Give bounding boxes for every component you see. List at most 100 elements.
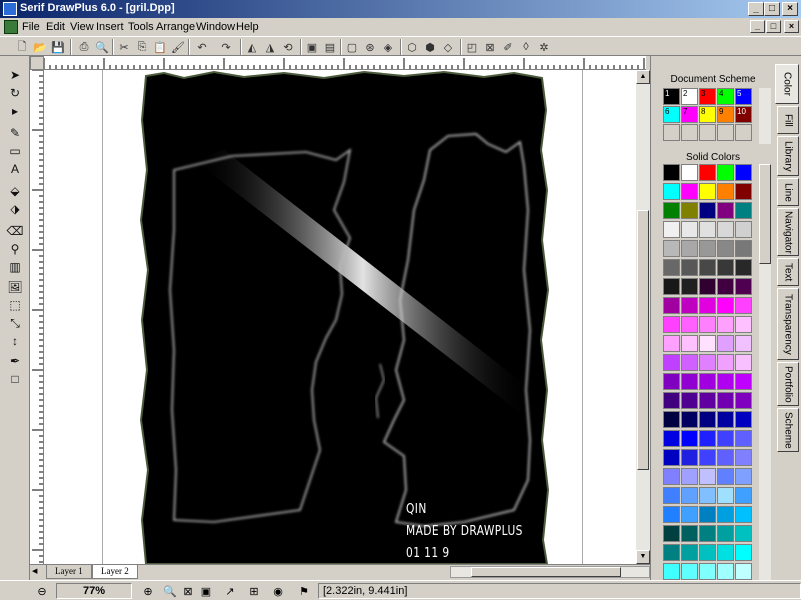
poster-background[interactable]: [139, 70, 550, 564]
node-tool-icon[interactable]: ▸: [5, 102, 25, 120]
image-tool-icon[interactable]: 🖼: [5, 278, 25, 296]
solid-color-swatch[interactable]: [681, 487, 698, 504]
solid-color-swatch[interactable]: [699, 354, 716, 371]
solid-color-swatch[interactable]: [663, 544, 680, 561]
mask-icon[interactable]: ⊠: [482, 39, 498, 55]
solid-colors-scroll-thumb[interactable]: [759, 164, 771, 264]
tab-scroll-left-icon[interactable]: ◀: [32, 567, 40, 577]
view-quality-icon[interactable]: ◉: [270, 583, 286, 599]
solid-color-swatch[interactable]: [681, 183, 698, 200]
solid-color-swatch[interactable]: [681, 240, 698, 257]
doc-minimize-button[interactable]: _: [750, 20, 765, 33]
solid-color-swatch[interactable]: [699, 563, 716, 580]
solid-color-swatch[interactable]: [717, 392, 734, 409]
menu-arrange[interactable]: Arrange: [156, 21, 195, 33]
solid-color-swatch[interactable]: [663, 297, 680, 314]
canvas-horizontal-scrollbar[interactable]: [450, 566, 650, 578]
cut-icon[interactable]: ✂: [116, 39, 132, 55]
solid-color-swatch[interactable]: [699, 240, 716, 257]
menu-view[interactable]: View: [70, 21, 94, 33]
solid-color-swatch[interactable]: [735, 411, 752, 428]
solid-color-swatch[interactable]: [735, 525, 752, 542]
tab-fill[interactable]: Fill: [777, 106, 799, 134]
ruler-origin[interactable]: [30, 56, 44, 70]
scroll-thumb[interactable]: [637, 210, 649, 470]
convert-icon[interactable]: ⬡: [404, 39, 420, 55]
rectangle-tool-icon[interactable]: ▭: [5, 142, 25, 160]
scheme-scrollbar[interactable]: [759, 88, 771, 144]
scroll-down-icon[interactable]: ▼: [636, 550, 650, 564]
tab-library[interactable]: Library: [777, 136, 799, 176]
tab-layer-2[interactable]: Layer 2: [92, 565, 138, 579]
connector-tool-icon[interactable]: ⤡: [5, 314, 25, 332]
hscroll-thumb[interactable]: [471, 567, 621, 577]
scheme-swatch[interactable]: 4: [717, 88, 734, 105]
solid-color-swatch[interactable]: [663, 430, 680, 447]
envelope-tool-icon[interactable]: ▥: [5, 258, 25, 276]
solid-color-swatch[interactable]: [735, 278, 752, 295]
solid-color-swatch[interactable]: [681, 525, 698, 542]
solid-color-swatch[interactable]: [717, 468, 734, 485]
solid-color-swatch[interactable]: [717, 506, 734, 523]
menu-tools[interactable]: Tools: [128, 21, 154, 33]
solid-color-swatch[interactable]: [699, 278, 716, 295]
solid-color-swatch[interactable]: [663, 240, 680, 257]
menu-help[interactable]: Help: [236, 21, 259, 33]
solid-color-swatch[interactable]: [699, 487, 716, 504]
solid-color-swatch[interactable]: [699, 525, 716, 542]
solid-color-swatch[interactable]: [735, 487, 752, 504]
solid-color-swatch[interactable]: [717, 240, 734, 257]
zoom-level[interactable]: 77%: [56, 583, 132, 599]
solid-color-swatch[interactable]: [717, 278, 734, 295]
scheme-swatch[interactable]: 3: [699, 88, 716, 105]
solid-color-swatch[interactable]: [663, 563, 680, 580]
zoom-out-icon[interactable]: ⊖: [34, 583, 50, 599]
menu-insert[interactable]: Insert: [96, 21, 124, 33]
solid-color-swatch[interactable]: [681, 297, 698, 314]
solid-color-swatch[interactable]: [717, 335, 734, 352]
send-to-back-icon[interactable]: ▤: [322, 39, 338, 55]
solid-color-swatch[interactable]: [735, 183, 752, 200]
fill-tool-icon[interactable]: ⬙: [5, 182, 25, 200]
solid-color-swatch[interactable]: [663, 202, 680, 219]
solid-color-swatch[interactable]: [681, 544, 698, 561]
solid-color-swatch[interactable]: [681, 221, 698, 238]
contour-icon[interactable]: ◇: [440, 39, 456, 55]
solid-color-swatch[interactable]: [735, 354, 752, 371]
artwork-text-date[interactable]: 01 11 9: [406, 546, 450, 561]
tab-navigator[interactable]: Navigator: [777, 208, 799, 256]
solid-color-swatch[interactable]: [717, 297, 734, 314]
brush-icon[interactable]: ✐: [500, 39, 516, 55]
flip-vertical-icon[interactable]: ◮: [262, 39, 278, 55]
menu-window[interactable]: Window: [196, 21, 235, 33]
scheme-swatch[interactable]: 8: [699, 106, 716, 123]
solid-color-swatch[interactable]: [699, 259, 716, 276]
solid-color-swatch[interactable]: [663, 164, 680, 181]
solid-color-swatch[interactable]: [663, 316, 680, 333]
bring-to-front-icon[interactable]: ▣: [304, 39, 320, 55]
dimension-tool-icon[interactable]: ↕: [5, 332, 25, 350]
rotate-icon[interactable]: ⟲: [280, 39, 296, 55]
solid-color-swatch[interactable]: [717, 563, 734, 580]
text-tool-icon[interactable]: A: [5, 160, 25, 178]
solid-color-swatch[interactable]: [735, 259, 752, 276]
solid-color-swatch[interactable]: [699, 449, 716, 466]
open-icon[interactable]: 📂: [32, 39, 48, 55]
solid-color-swatch[interactable]: [717, 202, 734, 219]
pointer-tool-icon[interactable]: ➤: [5, 66, 25, 84]
solid-color-swatch[interactable]: [681, 506, 698, 523]
tab-color[interactable]: Color: [775, 64, 799, 104]
solid-color-swatch[interactable]: [699, 297, 716, 314]
print-icon[interactable]: ⎙: [76, 39, 92, 55]
solid-color-swatch[interactable]: [699, 430, 716, 447]
eyedropper-tool-icon[interactable]: ✒: [5, 352, 25, 370]
pan-icon[interactable]: ↗: [222, 583, 238, 599]
solid-color-swatch[interactable]: [681, 278, 698, 295]
solid-color-swatch[interactable]: [663, 354, 680, 371]
solid-color-swatch[interactable]: [681, 392, 698, 409]
solid-color-swatch[interactable]: [663, 278, 680, 295]
artwork-text-name[interactable]: QIN: [406, 502, 427, 517]
zoom-in-icon[interactable]: ⊕: [140, 583, 156, 599]
solid-color-swatch[interactable]: [681, 164, 698, 181]
menu-edit[interactable]: Edit: [46, 21, 65, 33]
